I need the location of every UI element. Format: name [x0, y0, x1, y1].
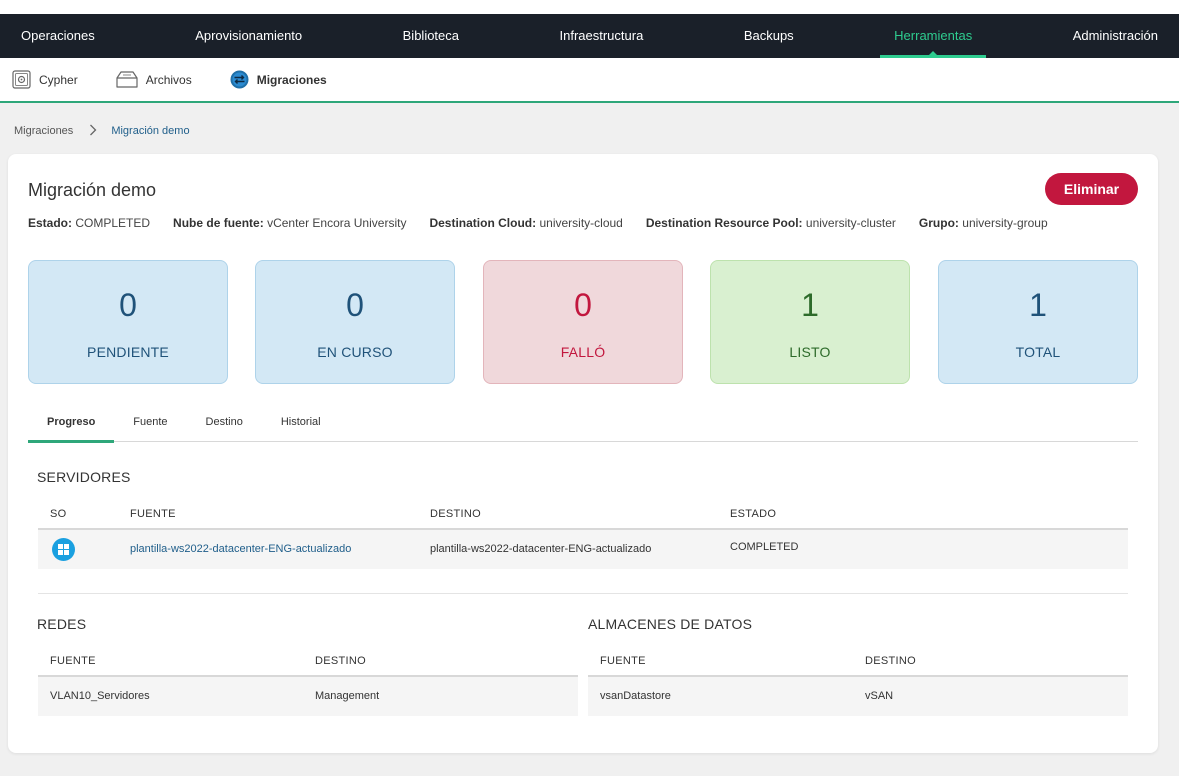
stat-value: 1	[801, 287, 819, 323]
meta-estado: Estado: COMPLETED	[28, 216, 150, 230]
main-nav: Operaciones Aprovisionamiento Biblioteca…	[0, 14, 1179, 58]
nav-item-biblioteca[interactable]: Biblioteca	[389, 14, 473, 58]
safe-icon	[12, 70, 31, 89]
folder-icon	[116, 70, 138, 89]
tab-destino[interactable]: Destino	[187, 404, 262, 442]
meta-value: university-cloud	[539, 216, 623, 230]
breadcrumb-parent[interactable]: Migraciones	[14, 125, 73, 137]
nav-item-operaciones[interactable]: Operaciones	[21, 14, 109, 58]
detail-tabs: Progreso Fuente Destino Historial	[28, 404, 1138, 443]
stat-total: 1 TOTAL	[938, 260, 1138, 384]
meta-key: Destination Resource Pool:	[645, 216, 803, 230]
subnav-label: Archivos	[145, 72, 192, 87]
migration-meta: Estado: COMPLETED Nube de fuente: vCente…	[28, 216, 1071, 230]
network-destination: Management	[315, 690, 380, 702]
server-status: COMPLETED	[730, 541, 799, 553]
stat-value: 1	[1029, 287, 1047, 323]
column-header: FUENTE	[50, 655, 96, 667]
column-header: DESTINO	[430, 508, 481, 520]
sub-nav: Cypher Archivos Migraciones	[0, 58, 1179, 103]
stat-value: 0	[346, 287, 364, 323]
stat-label: EN CURSO	[317, 344, 393, 360]
networks-table: FUENTE DESTINO VLAN10_Servidores Managem…	[38, 648, 578, 716]
status-summary: 0 PENDIENTE 0 EN CURSO 0 FALLÓ 1 LISTO 1…	[28, 260, 1138, 384]
meta-value: university-group	[962, 216, 1048, 230]
column-header: DESTINO	[865, 655, 916, 667]
server-destination: plantilla-ws2022-datacenter-ENG-actualiz…	[430, 543, 652, 555]
table-row: plantilla-ws2022-datacenter-ENG-actualiz…	[38, 530, 1128, 569]
nav-item-herramientas[interactable]: Herramientas	[880, 14, 987, 58]
nav-item-aprovisionamiento[interactable]: Aprovisionamiento	[181, 14, 316, 58]
column-header: SO	[50, 508, 67, 520]
stat-value: 0	[574, 287, 592, 323]
column-header: DESTINO	[315, 655, 366, 667]
subnav-label: Cypher	[39, 72, 78, 87]
subnav-item-archivos[interactable]: Archivos	[116, 70, 192, 89]
table-row: vsanDatastore vSAN	[588, 677, 1128, 716]
stat-failed: 0 FALLÓ	[483, 260, 683, 384]
nav-item-administracion[interactable]: Administración	[1059, 14, 1158, 58]
meta-key: Grupo:	[918, 216, 959, 230]
table-row: VLAN10_Servidores Management	[38, 677, 578, 716]
table-header: FUENTE DESTINO	[38, 648, 578, 677]
breadcrumb: Migraciones Migración demo	[14, 124, 190, 137]
column-header: ESTADO	[730, 508, 777, 520]
meta-value: university-cluster	[805, 216, 896, 230]
page-title: Migración demo	[28, 180, 157, 200]
table-header: FUENTE DESTINO	[588, 648, 1128, 677]
stat-pending: 0 PENDIENTE	[28, 260, 228, 384]
datastores-section-title: ALMACENES DE DATOS	[588, 616, 753, 632]
subnav-item-migraciones[interactable]: Migraciones	[230, 70, 327, 89]
migration-icon	[230, 70, 249, 89]
tab-fuente[interactable]: Fuente	[114, 404, 186, 442]
tab-progreso[interactable]: Progreso	[28, 404, 115, 443]
stat-value: 0	[119, 287, 137, 323]
stat-done: 1 LISTO	[710, 260, 910, 384]
stat-in-progress: 0 EN CURSO	[255, 260, 455, 384]
networks-section-title: REDES	[37, 616, 87, 632]
datastore-source: vsanDatastore	[600, 690, 671, 702]
column-header: FUENTE	[130, 508, 176, 520]
section-divider	[38, 593, 1128, 594]
meta-value: vCenter Encora University	[267, 216, 407, 230]
servers-section-title: SERVIDORES	[37, 469, 131, 485]
windows-icon	[52, 538, 75, 561]
column-header: FUENTE	[600, 655, 646, 667]
meta-group: Grupo: university-group	[919, 216, 1048, 230]
meta-source-cloud: Nube de fuente: vCenter Encora Universit…	[173, 216, 406, 230]
subnav-label: Migraciones	[256, 72, 327, 87]
subnav-item-cypher[interactable]: Cypher	[12, 70, 78, 89]
nav-item-backups[interactable]: Backups	[730, 14, 808, 58]
stat-label: PENDIENTE	[87, 344, 169, 360]
meta-value: COMPLETED	[75, 216, 151, 230]
chevron-right-icon	[89, 124, 97, 137]
meta-resource-pool: Destination Resource Pool: university-cl…	[646, 216, 896, 230]
breadcrumb-current: Migración demo	[111, 124, 190, 137]
datastore-destination: vSAN	[865, 690, 894, 702]
nav-item-infraestructura[interactable]: Infraestructura	[546, 14, 658, 58]
meta-destination-cloud: Destination Cloud: university-cloud	[429, 216, 622, 230]
network-source: VLAN10_Servidores	[50, 690, 150, 702]
servers-table: SO FUENTE DESTINO ESTADO plantilla-ws202…	[38, 501, 1128, 569]
migration-detail-card: Migración demo Eliminar Estado: COMPLETE…	[8, 154, 1158, 753]
server-source-link[interactable]: plantilla-ws2022-datacenter-ENG-actualiz…	[130, 530, 351, 569]
stat-label: TOTAL	[1015, 344, 1061, 360]
datastores-table: FUENTE DESTINO vsanDatastore vSAN	[588, 648, 1128, 716]
meta-key: Estado:	[28, 216, 73, 230]
meta-key: Destination Cloud:	[429, 216, 537, 230]
top-strip	[0, 0, 1179, 14]
table-header: SO FUENTE DESTINO ESTADO	[38, 501, 1128, 530]
stat-label: FALLÓ	[560, 344, 606, 360]
stat-label: LISTO	[789, 344, 831, 360]
delete-button[interactable]: Eliminar	[1045, 173, 1138, 205]
tab-historial[interactable]: Historial	[262, 404, 340, 442]
meta-key: Nube de fuente:	[173, 216, 264, 230]
